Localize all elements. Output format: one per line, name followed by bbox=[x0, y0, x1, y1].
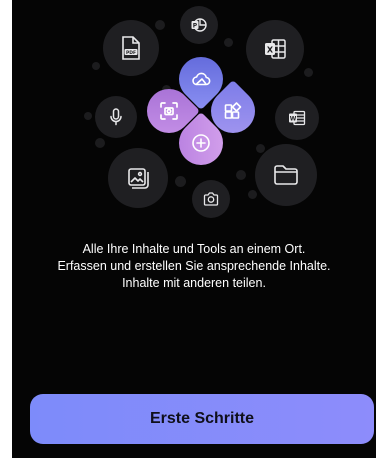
message-line: Erfassen und erstellen Sie ansprechende … bbox=[57, 259, 331, 273]
microphone-icon bbox=[109, 108, 123, 126]
decor-dot bbox=[92, 62, 100, 70]
decor-dot bbox=[84, 112, 92, 120]
get-started-button[interactable]: Erste Schritte bbox=[30, 394, 374, 444]
decor-dot bbox=[155, 20, 165, 30]
decor-dot bbox=[95, 138, 105, 148]
decor-dot bbox=[224, 38, 233, 47]
svg-text:X: X bbox=[267, 46, 274, 55]
powerpoint-bubble: P bbox=[180, 6, 218, 44]
decor-dot bbox=[248, 190, 257, 199]
decor-dot bbox=[175, 176, 186, 187]
image-icon bbox=[126, 166, 150, 190]
powerpoint-icon: P bbox=[190, 16, 208, 34]
pdf-file-icon: PDF bbox=[119, 35, 143, 61]
add-icon bbox=[179, 121, 223, 165]
onboarding-screen: PDF P X W Alle Ihre Inhalte und Tools an… bbox=[12, 0, 376, 458]
pdf-bubble: PDF bbox=[103, 20, 159, 76]
decor-dot bbox=[236, 170, 246, 180]
microphone-bubble bbox=[95, 96, 137, 138]
svg-text:P: P bbox=[193, 23, 198, 30]
message-line: Alle Ihre Inhalte und Tools an einem Ort… bbox=[82, 242, 306, 256]
excel-icon: X bbox=[263, 38, 287, 60]
decor-dot bbox=[304, 68, 313, 77]
camera-bubble bbox=[192, 180, 230, 218]
folder-bubble bbox=[255, 144, 317, 206]
image-bubble bbox=[108, 148, 168, 208]
word-icon: W bbox=[288, 110, 306, 126]
folder-icon bbox=[273, 164, 299, 186]
word-bubble: W bbox=[275, 96, 319, 140]
camera-icon bbox=[203, 192, 219, 206]
excel-bubble: X bbox=[246, 20, 304, 78]
intro-message: Alle Ihre Inhalte und Tools an einem Ort… bbox=[12, 241, 376, 292]
svg-text:PDF: PDF bbox=[126, 50, 136, 56]
svg-text:W: W bbox=[290, 116, 297, 123]
message-line: Inhalte mit anderen teilen. bbox=[122, 276, 266, 290]
